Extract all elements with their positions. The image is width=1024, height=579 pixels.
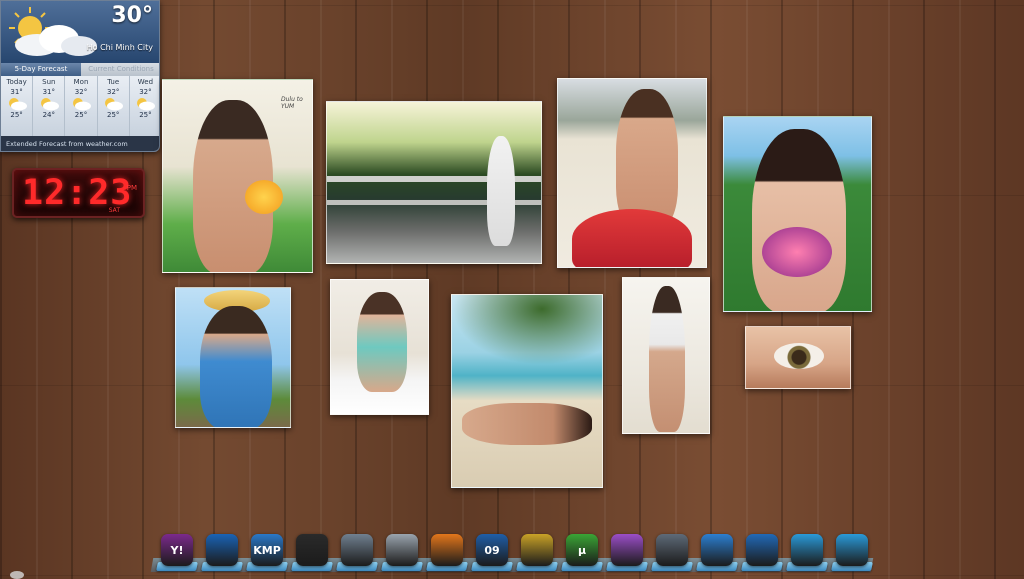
person-figure — [752, 129, 846, 311]
forecast-day: Wed 32° 25° — [130, 76, 159, 136]
tab-5-day-forecast[interactable]: 5-Day Forecast — [1, 63, 81, 76]
photo-girl-under-palm[interactable] — [451, 294, 603, 488]
weather-footer-link[interactable]: Extended Forecast from weather.com — [1, 136, 159, 151]
partly-cloudy-icon — [105, 98, 124, 111]
corner-mouse-icon — [10, 571, 24, 579]
person-figure — [200, 306, 272, 427]
dock-item[interactable] — [381, 534, 423, 572]
forecast-day-name: Today — [6, 78, 27, 86]
dock-item[interactable] — [291, 534, 333, 572]
clock-period: PM — [126, 184, 137, 192]
eye-shape — [774, 343, 824, 369]
dock-item[interactable] — [741, 534, 783, 572]
windows-start-icon[interactable] — [746, 534, 778, 566]
dock-item[interactable] — [606, 534, 648, 572]
forecast-day: Today 31° 25° — [1, 76, 34, 136]
forecast-day: Tue 32° 25° — [98, 76, 130, 136]
partly-cloudy-icon — [137, 98, 156, 111]
weather-tabs: 5-Day Forecast Current Conditions — [1, 63, 159, 76]
partly-cloudy-icon — [8, 98, 27, 111]
forecast-day-name: Sun — [42, 78, 56, 86]
tab-current-conditions[interactable]: Current Conditions — [81, 63, 159, 76]
dock-item[interactable]: Y! — [156, 534, 198, 572]
office-2009-icon[interactable]: 09 — [476, 534, 508, 566]
dock-item[interactable] — [696, 534, 738, 572]
dock-item[interactable] — [786, 534, 828, 572]
palm-leaves — [452, 295, 602, 365]
forecast-low: 24° — [42, 111, 56, 119]
dock-item[interactable] — [336, 534, 378, 572]
forecast-day: Sun 31° 24° — [33, 76, 66, 136]
dock-item[interactable]: KMP — [246, 534, 288, 572]
forecast-day-name: Wed — [137, 78, 154, 86]
person-figure — [462, 403, 592, 445]
kmplayer-icon[interactable]: KMP — [251, 534, 283, 566]
user-account-icon[interactable] — [341, 534, 373, 566]
current-temperature: 30° — [111, 3, 153, 28]
red-skirt — [572, 209, 692, 267]
application-dock: Y! KMP 09 µ — [150, 532, 874, 576]
forecast-high: 32° — [74, 88, 88, 96]
aim-running-man-icon[interactable] — [521, 534, 553, 566]
desktop-folder-icon[interactable] — [386, 534, 418, 566]
photo-caption: Dulu to YUM — [281, 96, 303, 110]
windows-live-icon[interactable] — [701, 534, 733, 566]
weather-gadget[interactable]: 30° Ho Chi Minh City 5-Day Forecast Curr… — [0, 0, 160, 152]
forecast-low: 25° — [10, 111, 23, 119]
person-figure — [357, 292, 407, 392]
forecast-high: 32° — [107, 88, 120, 96]
foobar-fox-icon[interactable] — [296, 534, 328, 566]
photo-girl-straw-hat[interactable] — [175, 287, 291, 428]
forecast-day: Mon 32° 25° — [65, 76, 98, 136]
dock-item[interactable] — [831, 534, 873, 572]
dock-item[interactable]: 09 — [471, 534, 513, 572]
photo-eye-closeup[interactable] — [745, 326, 851, 389]
firefox-icon[interactable] — [431, 534, 463, 566]
forecast-list: Today 31° 25° Sun 31° 24° Mon 32° 25° Tu… — [1, 76, 159, 136]
city-name: Ho Chi Minh City — [86, 43, 153, 52]
dock-item[interactable] — [516, 534, 558, 572]
person-figure — [487, 136, 515, 246]
partly-cloudy-icon — [40, 98, 59, 111]
cloud-icon — [15, 25, 97, 56]
drink-glass — [245, 180, 283, 214]
photo-girl-on-beach-red-skirt[interactable] — [557, 78, 707, 268]
clock-gadget[interactable]: 12:23 PM SAT — [12, 168, 145, 218]
no-entry-settings-icon[interactable] — [836, 534, 868, 566]
forecast-high: 32° — [139, 88, 152, 96]
photo-girl-with-drink[interactable]: Dulu to YUM — [162, 79, 313, 273]
save-disk-icon[interactable] — [656, 534, 688, 566]
media-player-icon[interactable] — [206, 534, 238, 566]
forecast-high: 31° — [42, 88, 56, 96]
forecast-low: 25° — [74, 111, 88, 119]
photo-girl-on-bed[interactable] — [330, 279, 429, 415]
dock-item[interactable] — [201, 534, 243, 572]
yahoo-smiley-icon[interactable] — [611, 534, 643, 566]
dock-item[interactable]: µ — [561, 534, 603, 572]
dock-item[interactable] — [426, 534, 468, 572]
forecast-day-name: Mon — [73, 78, 89, 86]
person-figure — [649, 286, 685, 432]
clock-day: SAT — [108, 207, 120, 214]
control-panel-icon[interactable] — [791, 534, 823, 566]
forecast-low: 25° — [107, 111, 120, 119]
forecast-low: 25° — [139, 111, 152, 119]
flower-lei — [762, 227, 832, 277]
partly-cloudy-icon — [73, 98, 91, 111]
forecast-high: 31° — [10, 88, 23, 96]
yahoo-messenger-icon[interactable]: Y! — [161, 534, 193, 566]
photo-girl-on-bridge[interactable] — [326, 101, 542, 264]
person-figure — [616, 89, 678, 229]
photo-girl-bathroom[interactable] — [622, 277, 710, 434]
forecast-day-name: Tue — [107, 78, 120, 86]
photo-girl-with-lei[interactable] — [723, 116, 872, 312]
dock-item[interactable] — [651, 534, 693, 572]
utorrent-icon[interactable]: µ — [566, 534, 598, 566]
weather-header: 30° Ho Chi Minh City — [1, 1, 159, 63]
